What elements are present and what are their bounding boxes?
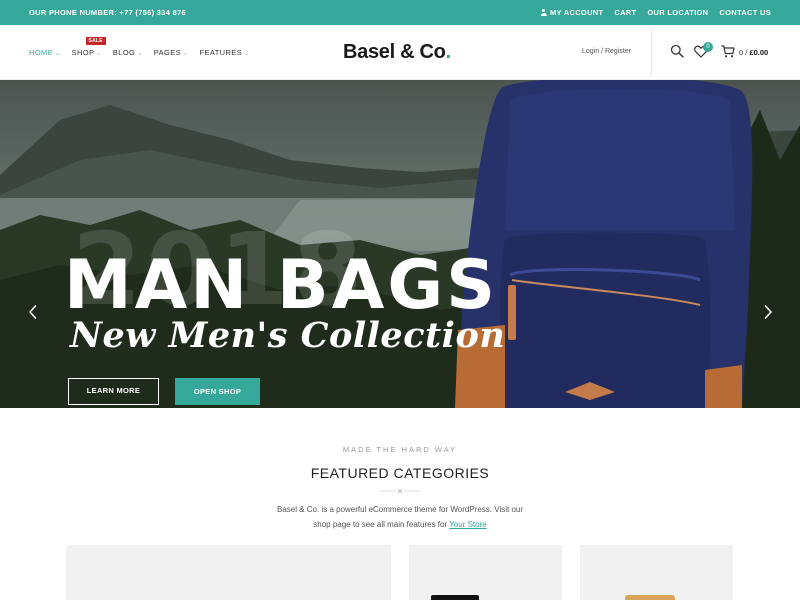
chevron-down-icon: ⌄ <box>244 51 250 57</box>
product-thumbnail <box>431 595 479 600</box>
chevron-down-icon: ⌄ <box>183 51 189 57</box>
cart-link[interactable]: CART <box>614 8 636 17</box>
nav-item-blog[interactable]: BLOG ⌄ <box>113 48 143 57</box>
hero-slider: 2018 MAN BAGS New Men's Collection LEARN… <box>0 80 800 408</box>
chevron-left-icon[interactable] <box>27 304 39 320</box>
nav-item-features[interactable]: FEATURES ⌄ <box>199 48 249 57</box>
chevron-right-icon[interactable] <box>762 304 774 320</box>
main-nav: HOME ⌄ SALE SHOP ⌄ BLOG ⌄ PAGES ⌄ FEATURES ⌄ <box>29 37 250 57</box>
login-register-link[interactable]: Login / Register <box>582 48 631 55</box>
search-icon[interactable] <box>670 44 684 58</box>
section-eyebrow: MADE THE HARD WAY <box>342 445 458 454</box>
your-store-link[interactable]: Your Store <box>449 520 487 529</box>
nav-item-pages[interactable]: PAGES ⌄ <box>154 48 189 57</box>
section-description: Basel & Co. is a powerful eCommerce them… <box>276 505 524 529</box>
title-separator <box>380 488 420 494</box>
our-location-link[interactable]: OUR LOCATION <box>647 8 708 17</box>
hero-subheadline: New Men's Collection <box>70 315 506 356</box>
my-account-link[interactable]: MY ACCOUNT <box>540 8 603 17</box>
category-card[interactable] <box>580 545 733 600</box>
top-links: MY ACCOUNT CART OUR LOCATION CONTACT US <box>540 8 771 17</box>
open-shop-button[interactable]: OPEN SHOP <box>175 378 260 405</box>
cart-icon[interactable] <box>721 45 735 58</box>
contact-us-link[interactable]: CONTACT US <box>719 8 771 17</box>
cart-total[interactable]: 0 / £0.00 <box>739 48 768 57</box>
category-card[interactable] <box>409 545 562 600</box>
nav-item-shop[interactable]: SALE SHOP ⌄ <box>72 37 106 57</box>
category-card[interactable] <box>66 545 391 600</box>
sale-badge: SALE <box>85 37 106 45</box>
user-icon <box>540 9 547 16</box>
chevron-down-icon: ⌄ <box>137 51 143 57</box>
learn-more-button[interactable]: LEARN MORE <box>68 378 159 405</box>
phone-number: OUR PHONE NUMBER: +77 (756) 334 876 <box>29 8 187 17</box>
top-bar: OUR PHONE NUMBER: +77 (756) 334 876 MY A… <box>0 0 800 25</box>
nav-item-home[interactable]: HOME ⌄ <box>29 48 61 57</box>
site-logo[interactable]: Basel & Co. <box>343 41 451 64</box>
chevron-down-icon: ⌄ <box>96 51 102 57</box>
chevron-down-icon: ⌄ <box>55 51 61 57</box>
section-title: FEATURED CATEGORIES <box>310 465 490 481</box>
header-divider <box>651 28 652 77</box>
hero-headline: MAN BAGS <box>64 246 499 325</box>
site-header: HOME ⌄ SALE SHOP ⌄ BLOG ⌄ PAGES ⌄ FEATURES ⌄ … <box>0 25 800 80</box>
wishlist-count-badge: 0 <box>703 42 713 52</box>
product-thumbnail <box>625 595 675 600</box>
backpack-image <box>455 80 753 408</box>
